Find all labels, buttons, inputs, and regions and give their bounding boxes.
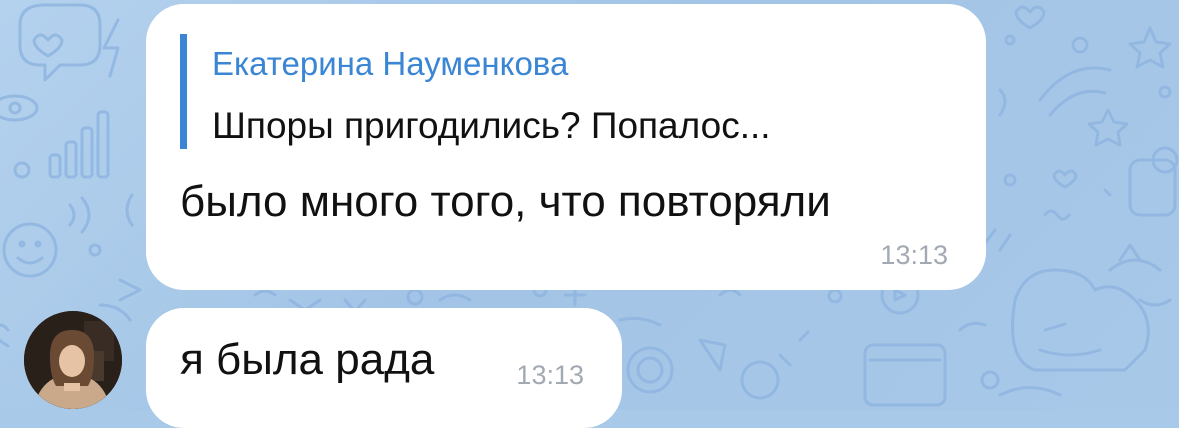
message-bubble-2[interactable]: я была рада 13:13 <box>146 308 622 428</box>
reply-preview-text: Шпоры пригодились? Попалос... <box>212 105 771 146</box>
message-time: 13:13 <box>880 240 948 270</box>
message-text: я была рада <box>180 335 435 384</box>
message-time: 13:13 <box>516 360 584 390</box>
reply-quote[interactable]: Екатерина Науменкова Шпоры пригодились? … <box>180 34 771 149</box>
reply-author: Екатерина Науменкова <box>212 45 569 82</box>
message-text: было много того, что повторяли <box>180 177 831 226</box>
avatar-photo <box>24 311 122 409</box>
avatar[interactable] <box>24 311 122 409</box>
message-bubble-1[interactable]: Екатерина Науменкова Шпоры пригодились? … <box>146 4 986 290</box>
